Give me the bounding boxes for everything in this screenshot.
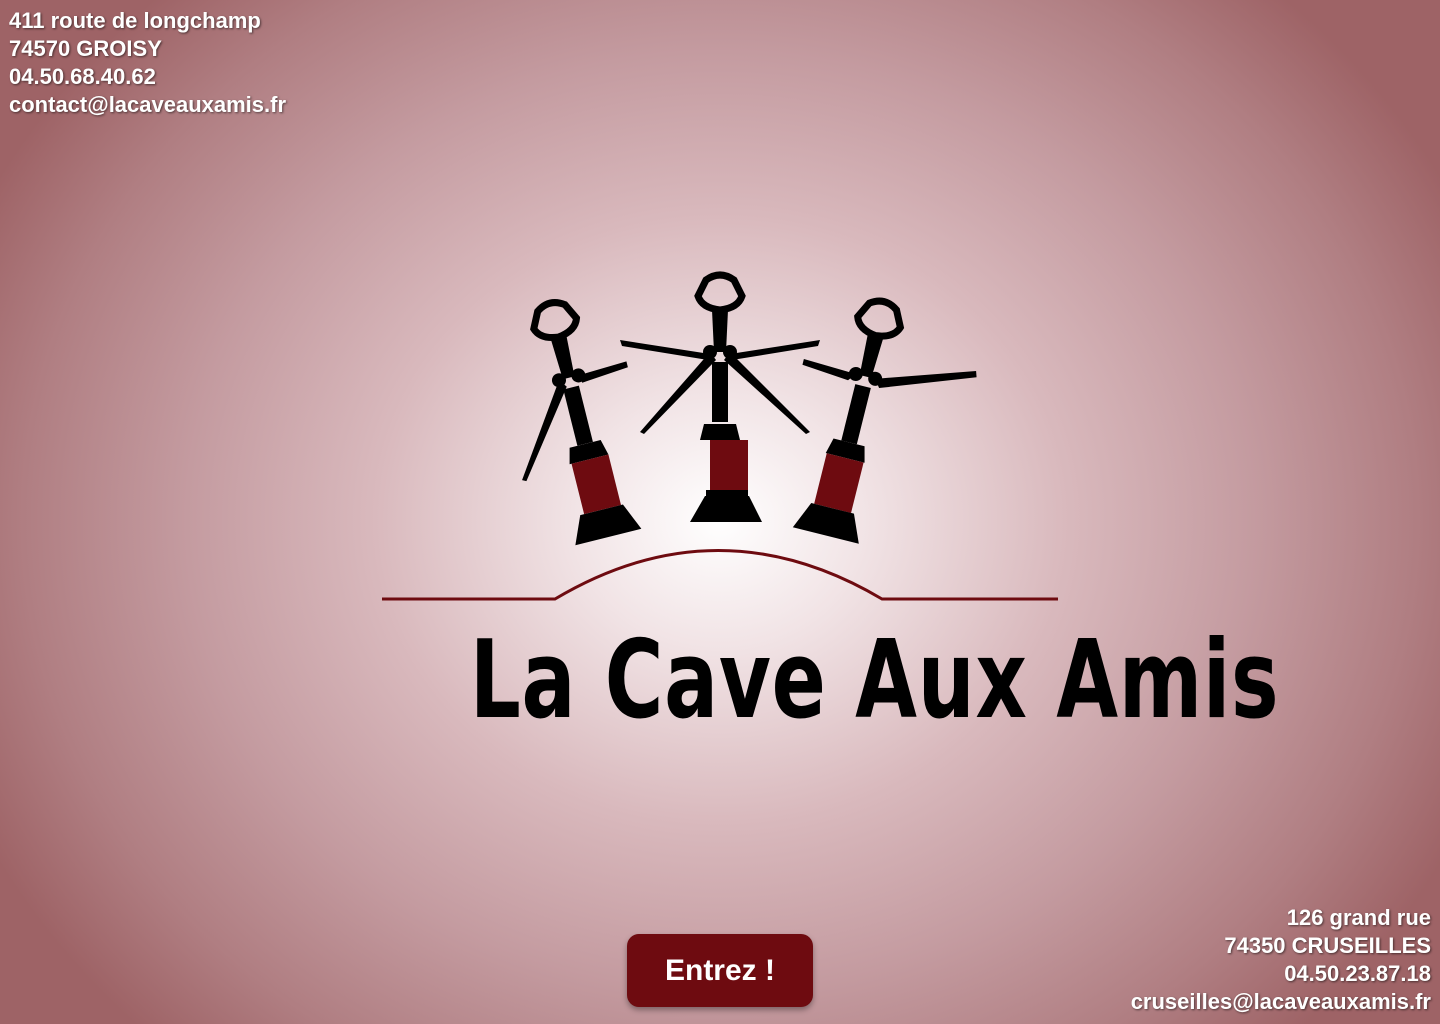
cruseilles-street: 126 grand rue xyxy=(1286,905,1431,930)
groisy-phone: 04.50.68.40.62 xyxy=(9,64,156,89)
corkscrew-left-icon xyxy=(522,299,642,546)
cruseilles-city: 74350 CRUSEILLES xyxy=(1224,933,1431,958)
cruseilles-address-block: 126 grand rue 74350 CRUSEILLES 04.50.23.… xyxy=(1131,904,1431,1016)
enter-button[interactable]: Entrez ! xyxy=(627,934,813,1007)
groisy-city: 74570 GROISY xyxy=(9,36,162,61)
cruseilles-email: cruseilles@lacaveauxamis.fr xyxy=(1130,989,1431,1014)
groisy-address-block: 411 route de longchamp 74570 GROISY 04.5… xyxy=(9,7,286,119)
site-title: La Cave Aux Amis xyxy=(469,618,1280,743)
corkscrew-center-icon xyxy=(620,271,820,522)
groisy-street: 411 route de longchamp xyxy=(9,8,261,33)
groisy-email: contact@lacaveauxamis.fr xyxy=(9,92,287,117)
cruseilles-phone: 04.50.23.87.18 xyxy=(1284,961,1431,986)
logo-arch-line xyxy=(382,549,1058,601)
